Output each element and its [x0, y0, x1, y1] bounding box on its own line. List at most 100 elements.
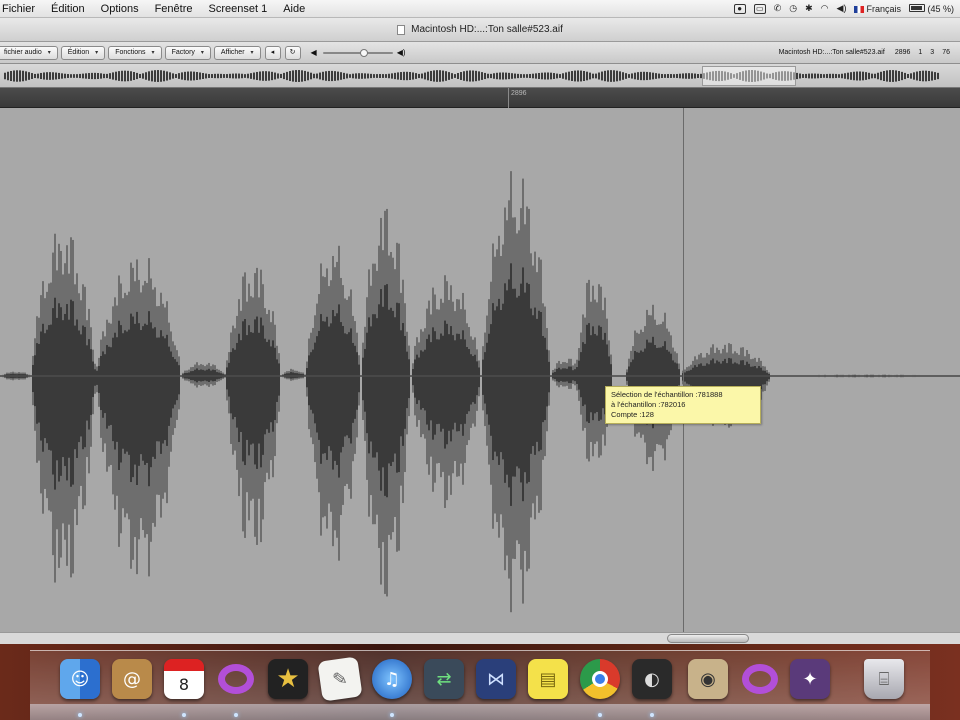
waveform-bar-core — [402, 323, 404, 446]
overview-bar — [835, 73, 837, 79]
overview-bar — [925, 70, 927, 82]
dock-network-utility[interactable]: ⋈ — [474, 656, 518, 702]
dock-calendar[interactable]: 8 — [162, 656, 206, 702]
waveform-bar-core — [428, 334, 430, 431]
overview-bar — [595, 73, 597, 79]
dock-trash[interactable]: ⌸ — [862, 656, 906, 702]
overview-bar — [196, 71, 198, 81]
fichier-audio-menu[interactable]: fichier audio ▾ — [0, 45, 58, 60]
slider-knob[interactable] — [359, 48, 368, 57]
overview-bar — [601, 71, 603, 81]
waveform-bar-core — [146, 324, 148, 463]
overview-viewport[interactable] — [702, 66, 796, 86]
scrollbar-thumb[interactable] — [667, 634, 749, 643]
overview-bar — [832, 73, 834, 79]
waveform-bar-core — [588, 323, 590, 423]
dock-textedit[interactable]: ✎ — [317, 656, 363, 702]
waveform-bar-core — [488, 333, 490, 425]
dock-screen-sharing[interactable]: ⇄ — [422, 656, 466, 702]
waveform-bar-core — [202, 369, 204, 382]
overview-bar — [418, 73, 420, 79]
chrome-icon — [580, 659, 620, 699]
camera-icon[interactable]: ● — [733, 3, 746, 14]
running-indicator — [598, 713, 602, 717]
dock-opera-2[interactable] — [738, 656, 782, 702]
overview-bar — [640, 71, 642, 81]
waveform-bar-core — [528, 284, 530, 482]
wifi-icon[interactable]: ◠ — [821, 3, 829, 14]
waveform-bar-core — [690, 369, 692, 386]
dock-finder[interactable]: ☺ — [58, 656, 102, 702]
overview-bar — [682, 73, 684, 79]
overview-bar — [796, 72, 798, 80]
bluetooth-icon[interactable]: ✱ — [805, 3, 813, 14]
overview-bar — [325, 71, 327, 81]
horizontal-scrollbar[interactable] — [0, 632, 960, 644]
volume-slider[interactable] — [322, 46, 393, 60]
overview-bar — [904, 72, 906, 80]
dock-photo-booth[interactable]: ✦ — [788, 656, 832, 702]
fonctions-menu[interactable]: Fonctions ▾ — [108, 45, 162, 60]
dock-stickies[interactable]: ▤ — [526, 656, 570, 702]
opera-ring — [218, 664, 254, 694]
overview-bar — [334, 71, 336, 81]
overview-bar — [604, 70, 606, 82]
dock-opera[interactable] — [214, 656, 258, 702]
overview-bar — [922, 70, 924, 82]
battery-status[interactable]: (45 %) — [908, 3, 954, 14]
factory-menu[interactable]: Factory ▾ — [164, 45, 211, 60]
waveform-view[interactable]: Sélection de l'échantillon :781888 à l'é… — [0, 108, 960, 632]
overview-bar — [433, 70, 435, 82]
input-language[interactable]: Français — [854, 4, 901, 14]
dock-address-book[interactable]: @ — [110, 656, 154, 702]
dock-speaker[interactable]: ◉ — [686, 656, 730, 702]
overview-bar — [34, 73, 36, 79]
dock-logic[interactable]: ◐ — [630, 656, 674, 702]
display-icon[interactable]: ▭ — [753, 3, 766, 14]
menu-fenetre[interactable]: Fenêtre — [147, 0, 201, 18]
menu-options[interactable]: Options — [93, 0, 147, 18]
waveform-bar-core — [378, 304, 380, 471]
loop-button[interactable]: ↻ — [284, 45, 301, 60]
overview-bar — [316, 73, 318, 79]
overview-bar — [880, 71, 882, 81]
overview-bar — [172, 73, 174, 79]
edition-menu[interactable]: Édition ▾ — [60, 45, 106, 60]
previous-button[interactable]: ◂ — [264, 45, 281, 60]
phone-icon[interactable]: ✆ — [774, 3, 782, 14]
overview-strip[interactable] — [0, 64, 960, 88]
overview-bar — [661, 73, 663, 79]
waveform-bar-core — [454, 340, 456, 423]
overview-bar — [235, 73, 237, 79]
dock-imovie[interactable]: ★ — [266, 656, 310, 702]
waveform-bar-core — [532, 315, 534, 447]
overview-bar — [289, 71, 291, 81]
overview-bar — [493, 73, 495, 79]
dock-chrome[interactable] — [578, 656, 622, 702]
waveform-bar-core — [344, 333, 346, 437]
overview-bar — [193, 71, 195, 81]
waveform-bar-core — [226, 367, 228, 390]
waveform-bar-core — [234, 349, 236, 418]
waveform-bar-core — [594, 333, 596, 414]
overview-bar — [292, 70, 294, 82]
menu-edition[interactable]: Édition — [43, 0, 93, 18]
playhead[interactable] — [683, 108, 684, 632]
waveform-bar-core — [324, 321, 326, 454]
waveform-bar-core — [444, 320, 446, 449]
volume-menu-icon[interactable]: ◀) — [837, 3, 847, 14]
waveform-bar-core — [340, 322, 342, 453]
afficher-menu[interactable]: Afficher ▾ — [213, 45, 261, 60]
menu-fichier[interactable]: Fichier — [0, 0, 43, 18]
dock-itunes[interactable]: ♫ — [370, 656, 414, 702]
waveform-bar-core — [266, 341, 268, 430]
overview-bar — [283, 72, 285, 80]
waveform-bar-core — [686, 371, 688, 384]
overview-bar — [424, 72, 426, 80]
menu-screenset[interactable]: Screenset 1 — [201, 0, 276, 18]
menu-aide[interactable]: Aide — [275, 0, 313, 18]
running-indicator — [234, 713, 238, 717]
waveform-bar-core — [526, 282, 528, 484]
time-ruler[interactable]: 2896 — [0, 88, 960, 108]
time-machine-icon[interactable]: ◷ — [789, 3, 797, 14]
